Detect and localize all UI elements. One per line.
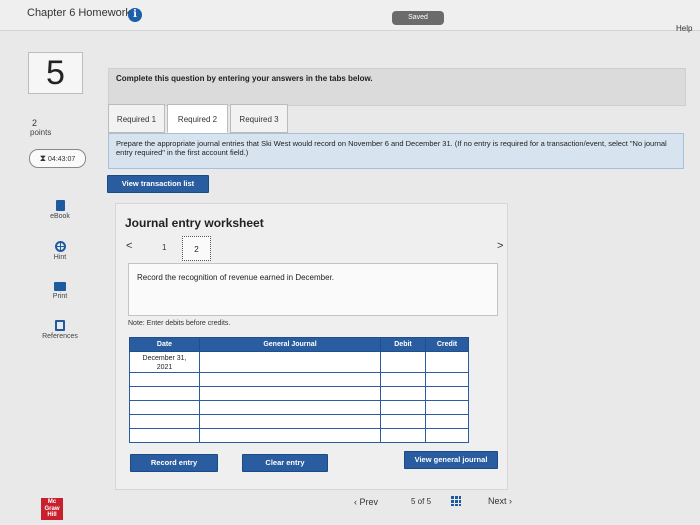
prompt-text: Prepare the appropriate journal entries …: [116, 139, 667, 157]
tab-required-1[interactable]: Required 1: [108, 104, 165, 133]
debit-field[interactable]: [380, 414, 426, 429]
date-cell: [129, 372, 200, 387]
credit-field[interactable]: [425, 400, 469, 415]
view-general-journal-button[interactable]: View general journal: [404, 451, 498, 469]
entry-note: Note: Enter debits before credits.: [128, 320, 231, 327]
points-label: points: [30, 128, 52, 137]
clear-entry-button[interactable]: Clear entry: [242, 454, 328, 472]
debit-field[interactable]: [380, 386, 426, 401]
date-cell: [129, 386, 200, 401]
help-link[interactable]: Help: [676, 24, 692, 33]
timer-value: 04:43:07: [48, 156, 76, 163]
question-grid-icon[interactable]: [451, 496, 461, 506]
table-row: [129, 372, 469, 387]
account-field[interactable]: [199, 414, 381, 429]
question-number: 5: [28, 52, 83, 94]
record-instruction-text: Record the recognition of revenue earned…: [137, 273, 335, 282]
date-header: Date: [129, 337, 200, 352]
timer: ⧗ 04:43:07: [29, 149, 86, 168]
logo-line-2: Graw: [44, 505, 60, 512]
account-field[interactable]: [199, 351, 381, 373]
instruction-text: Complete this question by entering your …: [116, 74, 373, 83]
credit-field[interactable]: [425, 414, 469, 429]
prev-question-button[interactable]: ‹ Prev: [354, 497, 378, 507]
view-transaction-list-button[interactable]: View transaction list: [107, 175, 209, 193]
question-page-count: 5 of 5: [411, 497, 432, 506]
print-icon: [54, 282, 66, 291]
credit-field[interactable]: [425, 386, 469, 401]
debit-field[interactable]: [380, 351, 426, 373]
debit-header: Debit: [380, 337, 426, 352]
record-entry-button[interactable]: Record entry: [130, 454, 218, 472]
debit-field[interactable]: [380, 400, 426, 415]
table-header-row: Date General Journal Debit Credit: [129, 337, 469, 352]
worksheet-prev-arrow[interactable]: <: [126, 240, 132, 252]
references-tool[interactable]: References: [35, 320, 85, 340]
date-line-1: December 31,: [142, 355, 187, 362]
credit-field[interactable]: [425, 372, 469, 387]
requirement-prompt: Prepare the appropriate journal entries …: [108, 133, 684, 169]
worksheet-next-arrow[interactable]: >: [497, 240, 503, 252]
hourglass-icon: ⧗: [39, 153, 47, 163]
credit-header: Credit: [425, 337, 469, 352]
account-field[interactable]: [199, 372, 381, 387]
date-line-2: 2021: [156, 364, 173, 371]
date-cell: [129, 414, 200, 429]
top-bar: Chapter 6 Homework i Saved Help: [0, 0, 700, 33]
account-field[interactable]: [199, 386, 381, 401]
ebook-label: eBook: [50, 213, 70, 220]
instruction-bar: Complete this question by entering your …: [108, 68, 686, 106]
references-label: References: [42, 333, 78, 340]
prev-label: Prev: [359, 497, 379, 507]
info-icon[interactable]: i: [128, 8, 142, 22]
tab-required-3[interactable]: Required 3: [230, 104, 288, 133]
general-journal-header: General Journal: [199, 337, 381, 352]
table-row: [129, 414, 469, 429]
logo-line-3: Hill: [47, 512, 57, 518]
hint-label: Hint: [53, 254, 67, 261]
worksheet-title: Journal entry worksheet: [125, 216, 264, 230]
table-row: [129, 428, 469, 443]
chapter-title: Chapter 6 Homework: [27, 7, 131, 19]
next-label: Next: [488, 496, 507, 506]
ebook-tool[interactable]: eBook: [35, 200, 85, 220]
ebook-icon: [55, 200, 65, 211]
debit-field[interactable]: [380, 428, 426, 443]
record-instruction-box: Record the recognition of revenue earned…: [128, 263, 498, 316]
tab-required-2[interactable]: Required 2: [167, 104, 228, 133]
hint-icon: [54, 241, 66, 252]
date-cell: December 31, 2021: [129, 351, 200, 373]
logo-line-1: Mc: [47, 499, 57, 505]
hint-tool[interactable]: Hint: [35, 241, 85, 261]
date-cell: [129, 400, 200, 415]
table-row: [129, 386, 469, 401]
points-value: 2: [32, 118, 38, 128]
references-icon: [55, 320, 65, 331]
account-field[interactable]: [199, 428, 381, 443]
saved-status-badge: Saved: [392, 11, 444, 25]
next-question-button[interactable]: Next ›: [488, 496, 512, 506]
table-row: December 31, 2021: [129, 351, 469, 373]
mcgraw-hill-logo: Mc Graw Hill: [41, 498, 63, 520]
worksheet-page-1[interactable]: 1: [162, 243, 166, 252]
credit-field[interactable]: [425, 428, 469, 443]
journal-entry-table: Date General Journal Debit Credit Decemb…: [129, 337, 469, 443]
debit-field[interactable]: [380, 372, 426, 387]
print-label: Print: [52, 293, 68, 300]
worksheet-page-2[interactable]: 2: [182, 236, 211, 261]
date-cell: [129, 428, 200, 443]
credit-field[interactable]: [425, 351, 469, 373]
account-field[interactable]: [199, 400, 381, 415]
print-tool[interactable]: Print: [35, 282, 85, 300]
table-row: [129, 400, 469, 415]
